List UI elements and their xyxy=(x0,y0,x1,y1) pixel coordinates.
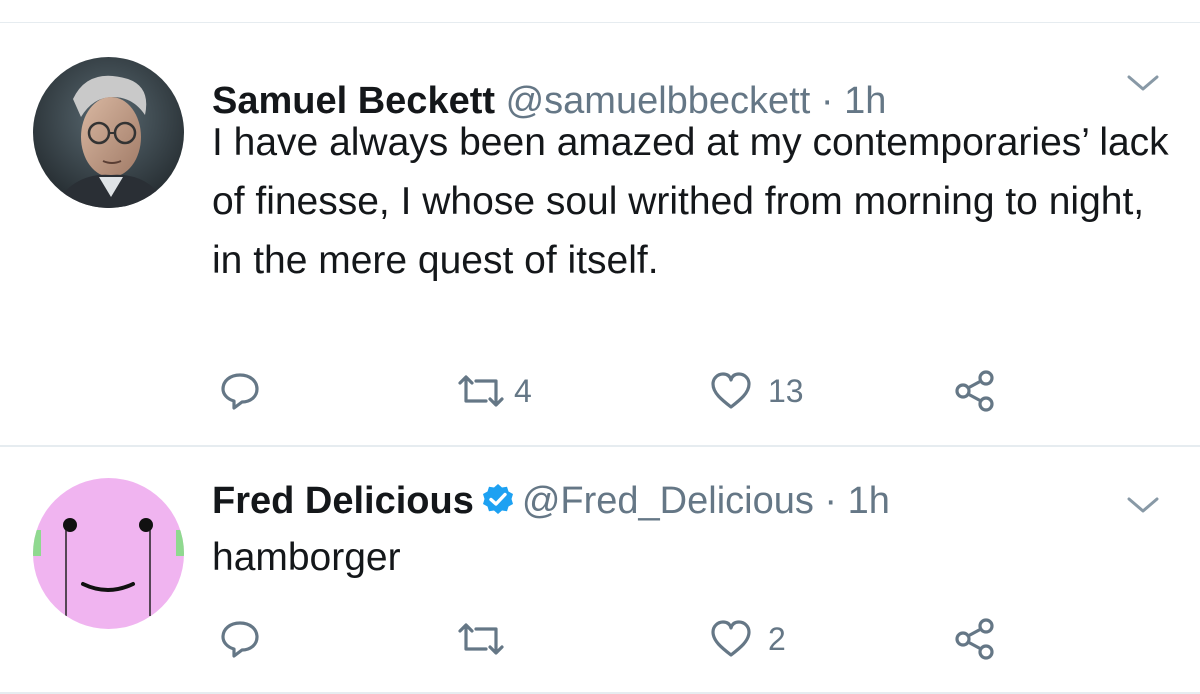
avatar[interactable] xyxy=(33,57,184,208)
smiley-face-avatar-icon xyxy=(33,478,184,629)
share-icon xyxy=(955,370,994,412)
tweet[interactable]: Fred Delicious @Fred_Delicious · 1h hamb… xyxy=(0,447,1200,692)
reply-icon xyxy=(221,373,259,410)
user-handle[interactable]: @Fred_Delicious xyxy=(522,480,814,522)
heart-icon xyxy=(711,620,751,657)
tweet-text: I have always been amazed at my contempo… xyxy=(212,121,1169,282)
reply-icon xyxy=(221,621,259,658)
photo-avatar-icon xyxy=(33,57,184,208)
like-button[interactable]: 2 xyxy=(708,614,786,664)
avatar[interactable] xyxy=(33,478,184,629)
retweet-icon xyxy=(458,623,504,655)
tweet-text: hamborger xyxy=(212,536,401,579)
separator: · xyxy=(824,480,838,522)
like-count: 13 xyxy=(768,372,804,409)
timestamp[interactable]: 1h xyxy=(848,480,890,522)
heart-icon xyxy=(711,372,751,409)
tweet-actions: 4 13 xyxy=(212,366,1012,416)
retweet-button[interactable] xyxy=(454,614,514,664)
chevron-down-icon[interactable] xyxy=(1126,73,1160,93)
retweet-button[interactable]: 4 xyxy=(454,366,532,416)
chevron-down-icon[interactable] xyxy=(1126,495,1160,515)
retweet-count: 4 xyxy=(514,372,532,409)
retweet-icon xyxy=(458,375,504,407)
share-icon xyxy=(955,618,994,660)
tweet-header: Fred Delicious @Fred_Delicious · 1h xyxy=(212,476,890,526)
reply-button[interactable] xyxy=(218,614,276,664)
like-count: 2 xyxy=(768,620,786,657)
reply-button[interactable] xyxy=(218,366,276,416)
share-button[interactable] xyxy=(952,614,998,664)
like-button[interactable]: 13 xyxy=(708,366,804,416)
display-name[interactable]: Fred Delicious xyxy=(212,480,474,522)
verified-badge-icon xyxy=(482,484,513,514)
share-button[interactable] xyxy=(952,366,998,416)
tweet-actions: 2 xyxy=(212,614,1012,664)
tweet[interactable]: Samuel Beckett @samuelbbeckett · 1h I ha… xyxy=(0,23,1200,445)
